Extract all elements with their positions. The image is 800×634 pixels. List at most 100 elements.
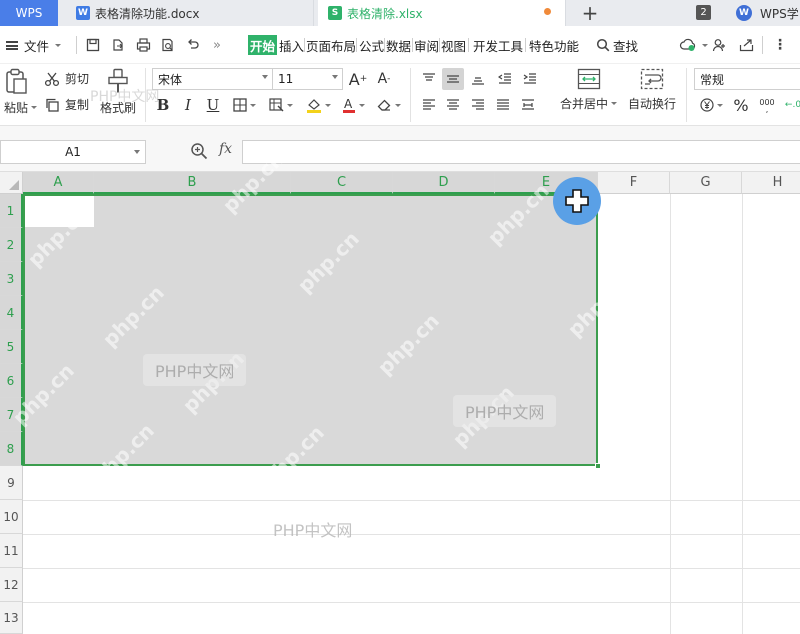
window-count-badge[interactable]: 2 bbox=[696, 5, 711, 20]
row-header-12[interactable]: 12 bbox=[0, 568, 23, 602]
font-name-select[interactable]: 宋体 bbox=[152, 68, 273, 90]
tab-data[interactable]: 数据 bbox=[385, 35, 412, 55]
row-header-5[interactable]: 5 bbox=[0, 330, 23, 364]
print-preview-icon[interactable] bbox=[159, 36, 177, 54]
increase-decimal-icon[interactable]: ←.0 bbox=[782, 94, 800, 116]
increase-indent-icon[interactable] bbox=[519, 68, 541, 90]
align-middle-icon[interactable] bbox=[442, 68, 464, 90]
decrease-indent-icon[interactable] bbox=[494, 68, 516, 90]
tab-developer[interactable]: 开发工具 bbox=[472, 35, 524, 55]
wrap-text-button[interactable]: 自动换行 bbox=[628, 68, 676, 112]
hamburger-icon bbox=[6, 40, 18, 50]
row-header-1[interactable]: 1 bbox=[0, 194, 23, 228]
column-header-f[interactable]: F bbox=[598, 172, 670, 194]
chevron-down-icon bbox=[611, 102, 618, 105]
column-header-g[interactable]: G bbox=[670, 172, 742, 194]
borders-icon[interactable] bbox=[229, 94, 259, 116]
tab-formulas[interactable]: 公式 bbox=[358, 35, 385, 55]
increase-font-size-icon[interactable]: A + bbox=[347, 68, 369, 90]
font-size-select[interactable]: 11 bbox=[272, 68, 343, 90]
tab-special-features[interactable]: 特色功能 bbox=[528, 35, 580, 55]
print-icon[interactable] bbox=[134, 36, 152, 54]
tab-view[interactable]: 视图 bbox=[440, 35, 467, 55]
column-header-d[interactable]: D bbox=[393, 172, 495, 194]
row-header-13[interactable]: 13 bbox=[0, 602, 23, 634]
insert-function-icon[interactable]: fx bbox=[219, 141, 232, 157]
gridline bbox=[23, 602, 800, 603]
column-header-h[interactable]: H bbox=[742, 172, 800, 194]
currency-format-icon[interactable] bbox=[697, 94, 725, 116]
row-header-2[interactable]: 2 bbox=[0, 228, 23, 262]
row-header-10[interactable]: 10 bbox=[0, 500, 23, 534]
export-icon[interactable] bbox=[109, 36, 127, 54]
row-header-6[interactable]: 6 bbox=[0, 364, 23, 398]
tab-home[interactable]: 开始 bbox=[248, 35, 278, 55]
undo-icon[interactable] bbox=[184, 36, 202, 54]
row-header-8[interactable]: 8 bbox=[0, 432, 23, 466]
align-top-icon[interactable] bbox=[418, 68, 440, 90]
doc-tab-spreadsheet-label: 表格清除.xlsx bbox=[347, 6, 423, 21]
merge-center-button[interactable]: 合并居中 bbox=[560, 68, 618, 112]
file-menu[interactable]: 文件 bbox=[6, 35, 62, 55]
tab-insert[interactable]: 插入 bbox=[278, 35, 305, 55]
align-right-icon[interactable] bbox=[467, 94, 489, 116]
column-header-c[interactable]: C bbox=[291, 172, 393, 194]
spreadsheet-grid[interactable]: A B C D E F G H 1 2 3 4 5 6 7 8 9 10 11 … bbox=[0, 89, 800, 634]
unsaved-dot-icon bbox=[544, 8, 551, 15]
wps-learn-link[interactable]: W WPS学 bbox=[736, 0, 799, 26]
align-bottom-icon[interactable] bbox=[467, 68, 489, 90]
paste-button[interactable]: 粘贴 bbox=[4, 68, 38, 116]
formula-input[interactable] bbox=[242, 140, 800, 164]
find-button[interactable]: 查找 bbox=[596, 35, 638, 55]
percent-style-icon[interactable]: % bbox=[730, 94, 752, 116]
align-center-icon[interactable] bbox=[442, 94, 464, 116]
doc-tab-word[interactable]: W 表格清除功能.docx bbox=[66, 0, 314, 26]
fill-color-icon[interactable] bbox=[303, 94, 333, 116]
clear-eraser-icon[interactable] bbox=[374, 94, 404, 116]
thousands-separator-icon[interactable]: 000, bbox=[756, 94, 778, 116]
save-icon[interactable] bbox=[84, 36, 102, 54]
number-format-select[interactable]: 常规 bbox=[694, 68, 800, 90]
share-icon[interactable] bbox=[737, 36, 755, 54]
name-box[interactable]: A1 bbox=[0, 140, 146, 164]
number-format-value: 常规 bbox=[700, 72, 725, 87]
merge-center-label: 合并居中 bbox=[560, 97, 609, 111]
share-collab-icon[interactable] bbox=[710, 36, 728, 54]
row-header-11[interactable]: 11 bbox=[0, 534, 23, 568]
scissors-icon bbox=[44, 72, 60, 86]
chevron-down-icon[interactable] bbox=[701, 36, 709, 54]
chevron-down-icon bbox=[332, 75, 338, 79]
underline-icon[interactable]: U bbox=[202, 94, 224, 116]
new-tab-plus-icon[interactable]: + bbox=[578, 1, 602, 25]
copy-button[interactable]: 复制 bbox=[44, 96, 89, 113]
align-left-icon[interactable] bbox=[418, 94, 440, 116]
italic-icon[interactable]: I bbox=[177, 94, 199, 116]
cloud-sync-icon[interactable] bbox=[676, 36, 700, 54]
column-header-a[interactable]: A bbox=[23, 172, 94, 194]
name-box-value: A1 bbox=[65, 145, 81, 159]
divider bbox=[410, 68, 411, 122]
divider bbox=[356, 38, 357, 52]
justify-icon[interactable] bbox=[492, 94, 514, 116]
cut-button[interactable]: 剪切 bbox=[44, 70, 89, 87]
decrease-font-size-icon[interactable]: A- bbox=[373, 68, 395, 90]
row-header-3[interactable]: 3 bbox=[0, 262, 23, 296]
zoom-search-icon[interactable] bbox=[190, 142, 210, 162]
font-color-icon[interactable]: A bbox=[338, 94, 368, 116]
wps-home-tab[interactable]: WPS bbox=[0, 0, 58, 26]
distributed-align-icon[interactable] bbox=[517, 94, 539, 116]
fill-handle[interactable] bbox=[595, 463, 601, 469]
tab-page-layout[interactable]: 页面布局 bbox=[305, 35, 357, 55]
cell-style-icon[interactable] bbox=[266, 94, 296, 116]
gridline bbox=[23, 500, 800, 501]
more-options-icon[interactable]: ⋮ bbox=[771, 36, 789, 54]
row-header-4[interactable]: 4 bbox=[0, 296, 23, 330]
divider bbox=[468, 38, 469, 52]
doc-tab-spreadsheet[interactable]: S 表格清除.xlsx bbox=[318, 0, 566, 26]
word-doc-icon: W bbox=[76, 6, 90, 20]
row-header-9[interactable]: 9 bbox=[0, 466, 23, 500]
more-chevrons-icon[interactable]: » bbox=[208, 36, 226, 54]
select-all-corner[interactable] bbox=[0, 172, 23, 194]
tab-review[interactable]: 审阅 bbox=[413, 35, 440, 55]
divider bbox=[76, 36, 77, 54]
